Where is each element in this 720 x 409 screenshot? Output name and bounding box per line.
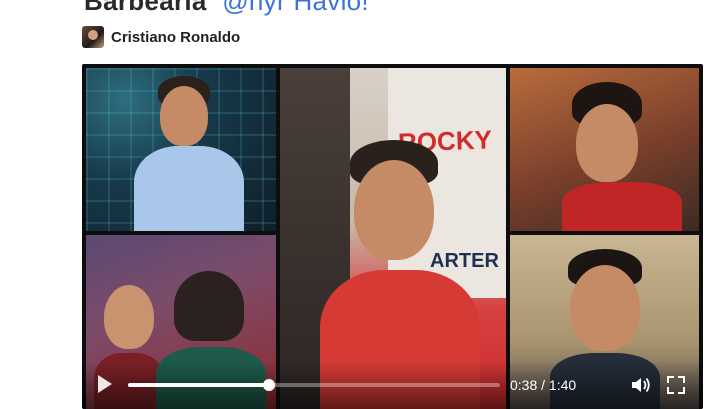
- time-separator: /: [537, 377, 549, 393]
- post-author[interactable]: Cristiano Ronaldo: [82, 26, 240, 48]
- play-icon[interactable]: [98, 375, 112, 393]
- seek-bar-progress: [128, 383, 269, 387]
- post-header-link[interactable]: @nyr Havlo!: [222, 0, 369, 16]
- duration: 1:40: [549, 377, 576, 393]
- collage-video-center: ROCKY ARTER: [280, 68, 506, 409]
- post-header-text: Barbearia @nyr Havlo!: [84, 0, 369, 17]
- avatar[interactable]: [82, 26, 104, 48]
- collage-photo-top-left: [86, 68, 276, 231]
- video-controls: 0:38 / 1:40: [82, 361, 703, 409]
- time-display: 0:38 / 1:40: [510, 377, 576, 393]
- fullscreen-icon[interactable]: [666, 375, 686, 395]
- collage-photo-top-right: [510, 68, 699, 231]
- video-player[interactable]: ROCKY ARTER: [82, 64, 703, 409]
- post-header-title: Barbearia: [84, 0, 207, 16]
- seek-bar-thumb[interactable]: [263, 379, 275, 391]
- current-time: 0:38: [510, 377, 537, 393]
- volume-icon[interactable]: [630, 376, 652, 394]
- author-name[interactable]: Cristiano Ronaldo: [111, 29, 240, 46]
- seek-bar[interactable]: [128, 383, 500, 387]
